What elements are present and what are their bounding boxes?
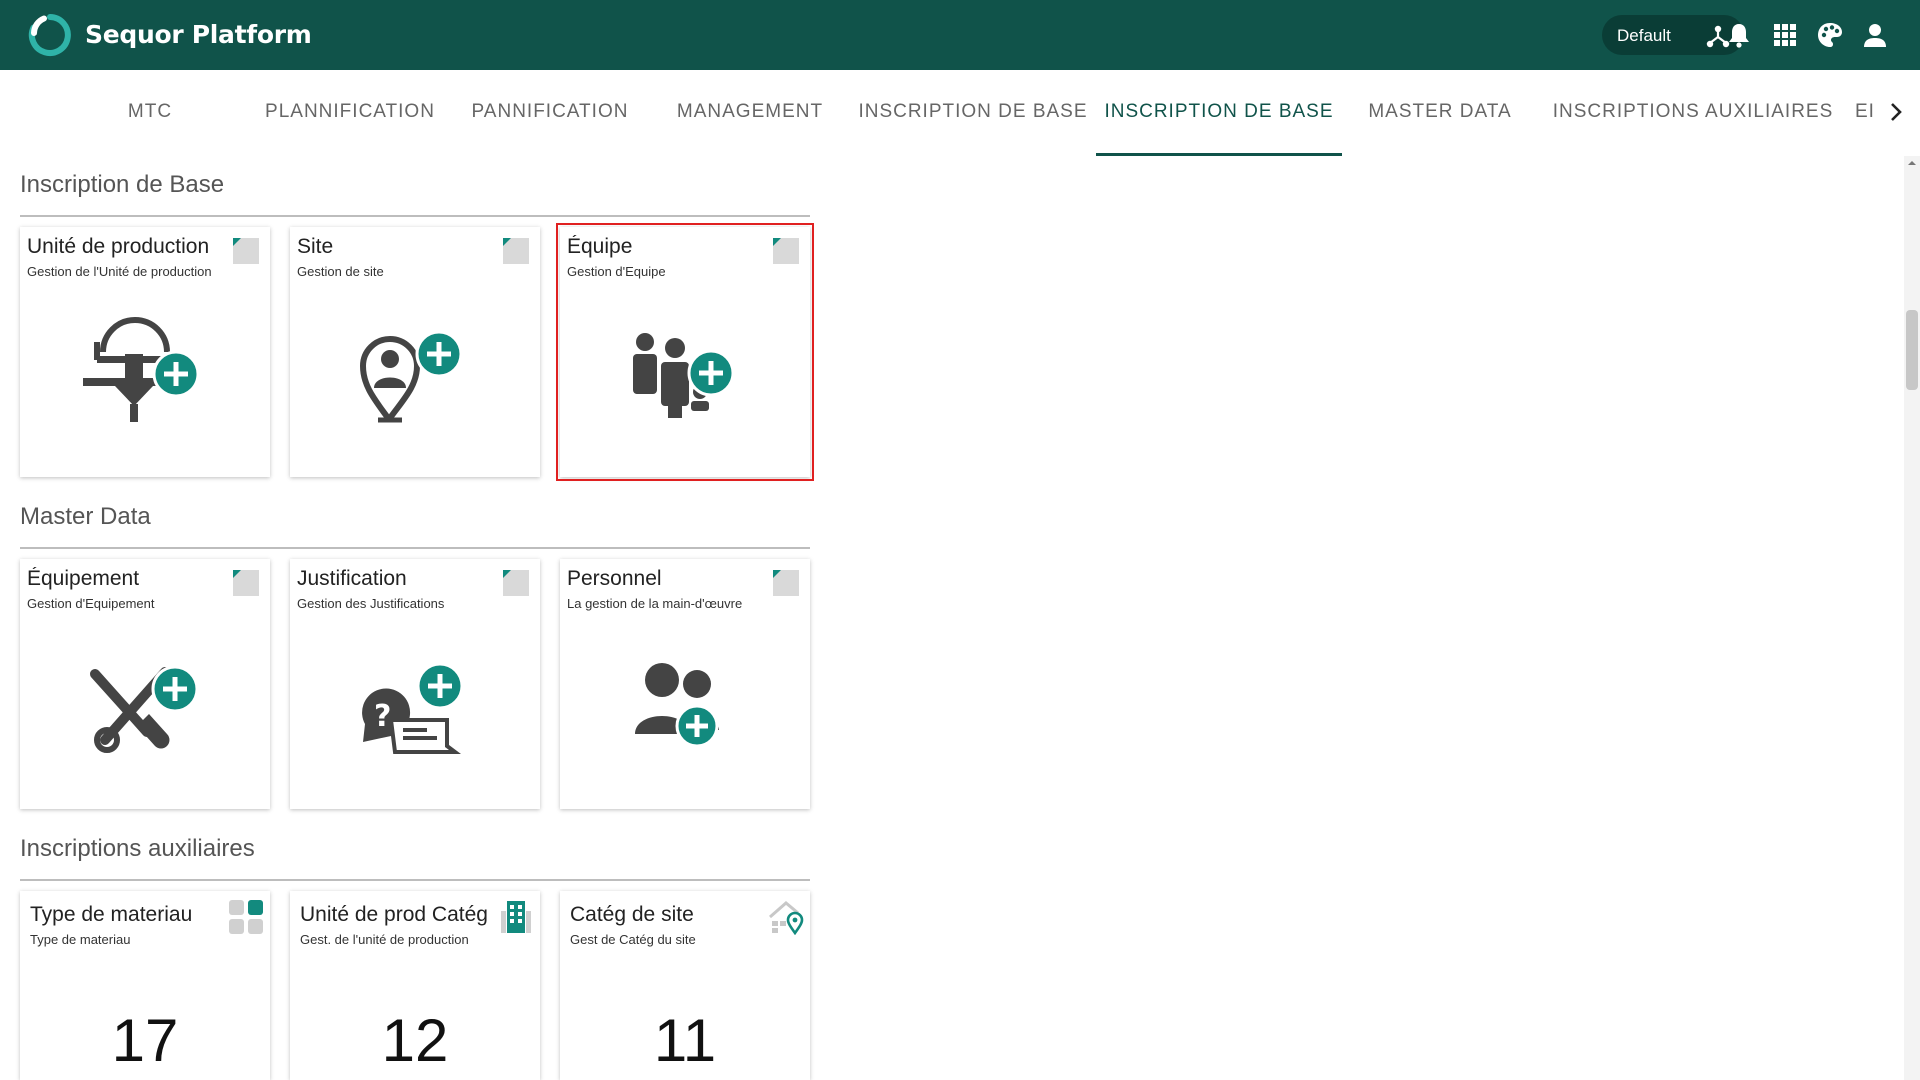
palette-icon[interactable] <box>1816 21 1844 49</box>
tab-master-data[interactable]: MASTER DATA <box>1360 70 1520 154</box>
production-unit-add-icon <box>83 317 200 422</box>
card-unite-de-production[interactable]: Unité de production Gestion de l'Unité d… <box>20 227 270 477</box>
page-corner-icon <box>503 238 529 264</box>
active-tab-indicator <box>1096 153 1342 156</box>
card-subtitle: Gest de Catég du site <box>570 932 696 947</box>
top-app-bar: Sequor Platform Default <box>0 0 1920 70</box>
section-divider <box>20 879 810 881</box>
page-corner-icon <box>233 238 259 264</box>
section-divider <box>20 547 810 549</box>
home-location-icon <box>769 901 804 935</box>
vertical-scrollbar[interactable] <box>1904 156 1920 1080</box>
card-count: 11 <box>653 1007 717 1074</box>
tab-mtc[interactable]: MTC <box>80 70 220 154</box>
card-subtitle: Gestion de site <box>297 264 384 279</box>
tab-inscription-de-base-1[interactable]: INSCRIPTION DE BASE <box>858 70 1088 154</box>
card-title: Site <box>297 235 334 258</box>
section-title-inscription-de-base: Inscription de Base <box>20 171 225 198</box>
page-corner-icon <box>773 238 799 264</box>
justification-chat-add-icon: ? <box>362 662 464 754</box>
card-subtitle: Gestion d'Equipement <box>27 596 155 611</box>
card-title: Type de materiau <box>30 903 193 926</box>
card-title: Équipement <box>27 567 140 590</box>
card-personnel[interactable]: Personnel La gestion de la main-d'œuvre <box>560 559 810 809</box>
section-title-master-data: Master Data <box>20 503 151 530</box>
apps-grid-icon[interactable] <box>1771 21 1799 49</box>
page-corner-icon <box>503 570 529 596</box>
card-subtitle: La gestion de la main-d'œuvre <box>567 596 743 611</box>
card-justification[interactable]: Justification Gestion des Justifications… <box>290 559 540 809</box>
bell-icon[interactable] <box>1725 21 1753 49</box>
card-site[interactable]: Site Gestion de site <box>290 227 540 477</box>
card-subtitle: Gestion de l'Unité de production <box>27 264 212 279</box>
scroll-up-arrow-icon[interactable] <box>1904 156 1920 170</box>
tab-inscription-de-base-2[interactable]: INSCRIPTION DE BASE <box>1096 70 1342 154</box>
page-corner-icon <box>233 570 259 596</box>
card-count: 12 <box>381 1007 449 1074</box>
people-add-icon <box>635 663 719 748</box>
card-count: 17 <box>111 1007 179 1074</box>
module-tabs: MTC PLANNIFICATION PANNIFICATION MANAGEM… <box>0 70 1920 156</box>
card-unite-de-prod-categ[interactable]: Unité de prod Catég Gest. de l'unité de … <box>290 891 540 1080</box>
section-divider <box>20 215 810 217</box>
tools-add-icon <box>90 665 199 753</box>
section-title-inscriptions-auxiliaires: Inscriptions auxiliaires <box>20 835 255 862</box>
building-icon <box>501 901 531 933</box>
user-icon[interactable] <box>1861 21 1889 49</box>
scrollbar-thumb[interactable] <box>1906 310 1918 390</box>
card-equipe[interactable]: Équipe Gestion d'Equipe <box>556 223 814 481</box>
site-location-add-icon <box>359 330 463 423</box>
card-equipement[interactable]: Équipement Gestion d'Equipement <box>20 559 270 809</box>
page-corner-icon <box>773 570 799 596</box>
environment-selector[interactable]: Default <box>1602 15 1744 55</box>
card-subtitle: Gestion d'Equipe <box>567 264 666 279</box>
tab-pannification[interactable]: PANNIFICATION <box>462 70 638 154</box>
card-subtitle: Type de materiau <box>30 932 131 947</box>
tab-truncated[interactable]: EI <box>1855 70 1877 154</box>
card-title: Justification <box>297 567 407 590</box>
svg-text:?: ? <box>374 699 391 734</box>
card-title: Personnel <box>567 567 662 590</box>
material-blocks-icon <box>229 900 263 934</box>
tab-plannification[interactable]: PLANNIFICATION <box>258 70 442 154</box>
environment-label: Default <box>1617 26 1671 45</box>
tab-management[interactable]: MANAGEMENT <box>668 70 832 154</box>
card-title: Équipe <box>567 235 633 258</box>
tab-inscriptions-auxiliaires[interactable]: INSCRIPTIONS AUXILIAIRES <box>1550 70 1836 154</box>
card-subtitle: Gest. de l'unité de production <box>300 932 469 947</box>
card-title: Catég de site <box>570 903 694 926</box>
card-type-de-materiau[interactable]: Type de materiau Type de materiau 17 <box>20 891 270 1080</box>
card-categ-de-site[interactable]: Catég de site Gest de Catég du site 11 <box>560 891 810 1080</box>
sequor-logo-icon[interactable] <box>28 13 72 57</box>
card-title: Unité de prod Catég <box>300 903 488 926</box>
team-add-icon <box>633 333 735 418</box>
chevron-right-icon[interactable] <box>1882 98 1910 126</box>
app-title[interactable]: Sequor Platform <box>85 20 312 49</box>
card-title: Unité de production <box>27 235 210 258</box>
card-subtitle: Gestion des Justifications <box>297 596 445 611</box>
